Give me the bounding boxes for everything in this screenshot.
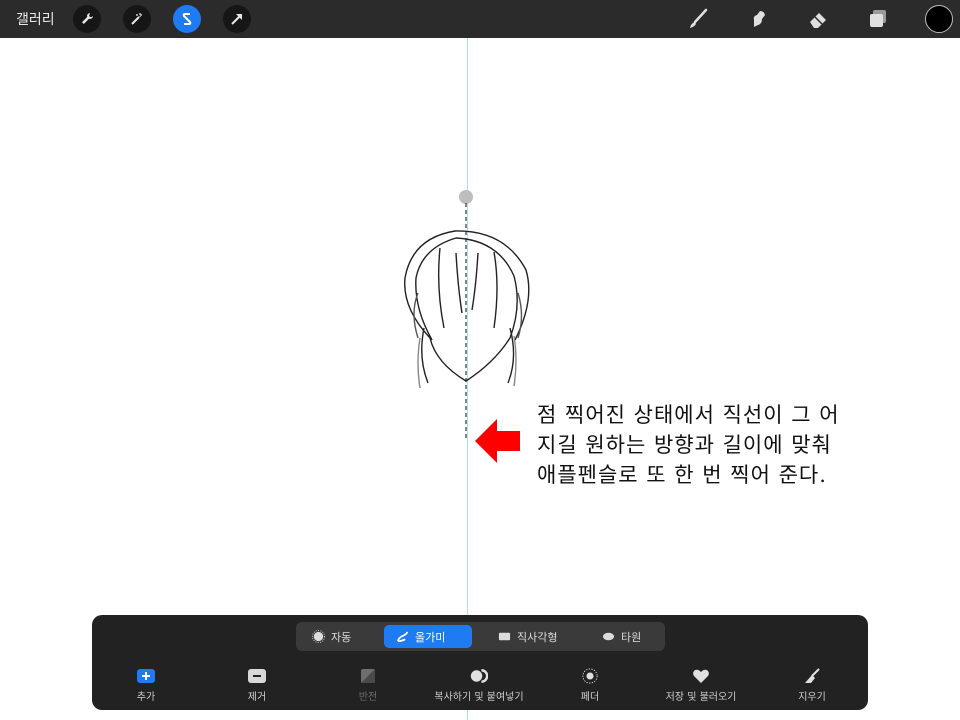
mode-label: 직사각형	[517, 630, 558, 644]
copy-paste-button[interactable]: 복사하기 및 붙여넣기	[419, 667, 539, 703]
action-label: 반전	[358, 692, 378, 703]
mode-lasso[interactable]: 올가미	[384, 625, 472, 648]
smudge-icon[interactable]	[745, 6, 771, 32]
action-label: 지우기	[798, 692, 826, 703]
brush-icon[interactable]	[685, 6, 711, 32]
transform-icon[interactable]	[223, 5, 251, 33]
rectangle-icon	[498, 632, 511, 641]
action-label: 제거	[247, 692, 267, 703]
mode-label: 타원	[621, 630, 642, 644]
line-handle-dot	[459, 190, 473, 204]
eraser-icon[interactable]	[805, 6, 831, 32]
action-label: 저장 및 불러오기	[665, 692, 737, 703]
magic-wand-icon[interactable]	[123, 5, 151, 33]
minus-icon	[248, 669, 266, 683]
save-load-button[interactable]: 저장 및 불러오기	[641, 667, 761, 703]
mode-label: 자동	[331, 630, 352, 644]
selection-panel: 자동 올가미 직사각형 타원 추가 제거 반전 복사하기 및 붙여넣기 페더 저…	[92, 615, 868, 710]
annotation-text: 점 찍어진 상태에서 직선이 그 어지길 원하는 방향과 길이에 맞춰 애플펜슬…	[537, 403, 840, 487]
top-toolbar: 갤러리	[0, 0, 960, 38]
wrench-icon[interactable]	[73, 5, 101, 33]
action-label: 페더	[580, 692, 600, 703]
gallery-button[interactable]: 갤러리	[16, 9, 55, 29]
clear-icon	[805, 668, 820, 683]
remove-button[interactable]: 제거	[197, 667, 317, 703]
action-label: 복사하기 및 붙여넣기	[434, 692, 524, 703]
feather-button[interactable]: 페더	[530, 667, 650, 703]
plus-icon	[137, 669, 155, 683]
add-button[interactable]: 추가	[86, 667, 206, 703]
hair-sketch	[404, 230, 530, 389]
heart-icon	[693, 669, 709, 683]
selection-mode-bar: 자동 올가미 직사각형 타원	[296, 622, 665, 651]
invert-button[interactable]: 반전	[308, 667, 428, 703]
mode-automatic[interactable]: 자동	[302, 625, 361, 648]
sparkle-icon	[312, 630, 325, 643]
mode-ellipse[interactable]: 타원	[592, 625, 651, 648]
mode-rectangle[interactable]: 직사각형	[488, 625, 567, 648]
feather-icon	[582, 668, 598, 684]
selection-icon[interactable]	[173, 5, 201, 33]
lasso-icon	[396, 631, 409, 643]
red-arrow-icon	[475, 419, 520, 463]
copy-paste-icon	[470, 669, 488, 683]
color-picker[interactable]	[925, 5, 953, 33]
action-label: 추가	[136, 692, 156, 703]
mode-label: 올가미	[415, 630, 446, 644]
ellipse-icon	[602, 632, 615, 641]
clear-button[interactable]: 지우기	[752, 667, 872, 703]
layers-icon[interactable]	[865, 6, 891, 32]
invert-icon	[361, 669, 375, 683]
